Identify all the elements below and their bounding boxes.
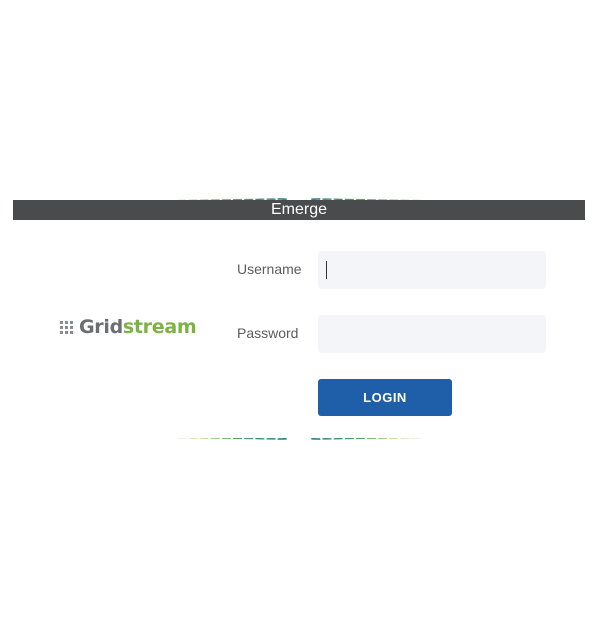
title-bar: Emerge	[13, 200, 585, 220]
banner-tile	[355, 438, 365, 440]
banner-fade	[13, 20, 585, 26]
text-caret	[326, 261, 327, 279]
logo-wordmark: Gridstream	[79, 316, 197, 338]
banner-tile	[389, 438, 399, 439]
app-title: Emerge	[270, 201, 328, 218]
gridstream-logo: Gridstream	[60, 315, 197, 339]
bottom-grid-banner	[13, 438, 585, 616]
banner-tile	[378, 438, 388, 439]
banner-tile	[333, 438, 343, 440]
banner-tile	[255, 438, 265, 440]
logo-word-grid: Grid	[79, 316, 123, 338]
logo-word-stream: stream	[122, 316, 197, 338]
username-input[interactable]	[318, 251, 546, 289]
password-input[interactable]	[318, 315, 546, 353]
top-grid-banner	[13, 20, 585, 200]
banner-tile	[221, 438, 231, 439]
banner-tile	[233, 438, 243, 440]
banner-tile	[210, 438, 220, 439]
username-label: Username	[237, 261, 302, 277]
logo-dots-icon	[60, 320, 73, 334]
banner-tile	[199, 438, 209, 439]
banner-tile	[244, 438, 254, 440]
bottom-banner-graphic	[13, 438, 585, 616]
banner-tile	[367, 438, 377, 439]
password-label: Password	[237, 325, 299, 341]
banner-fade	[13, 610, 585, 616]
login-page: Emerge Gridstream Username Password LOGI…	[0, 0, 605, 628]
banner-tile	[344, 438, 354, 440]
top-banner-graphic	[13, 20, 585, 200]
login-button[interactable]: LOGIN	[318, 379, 452, 416]
